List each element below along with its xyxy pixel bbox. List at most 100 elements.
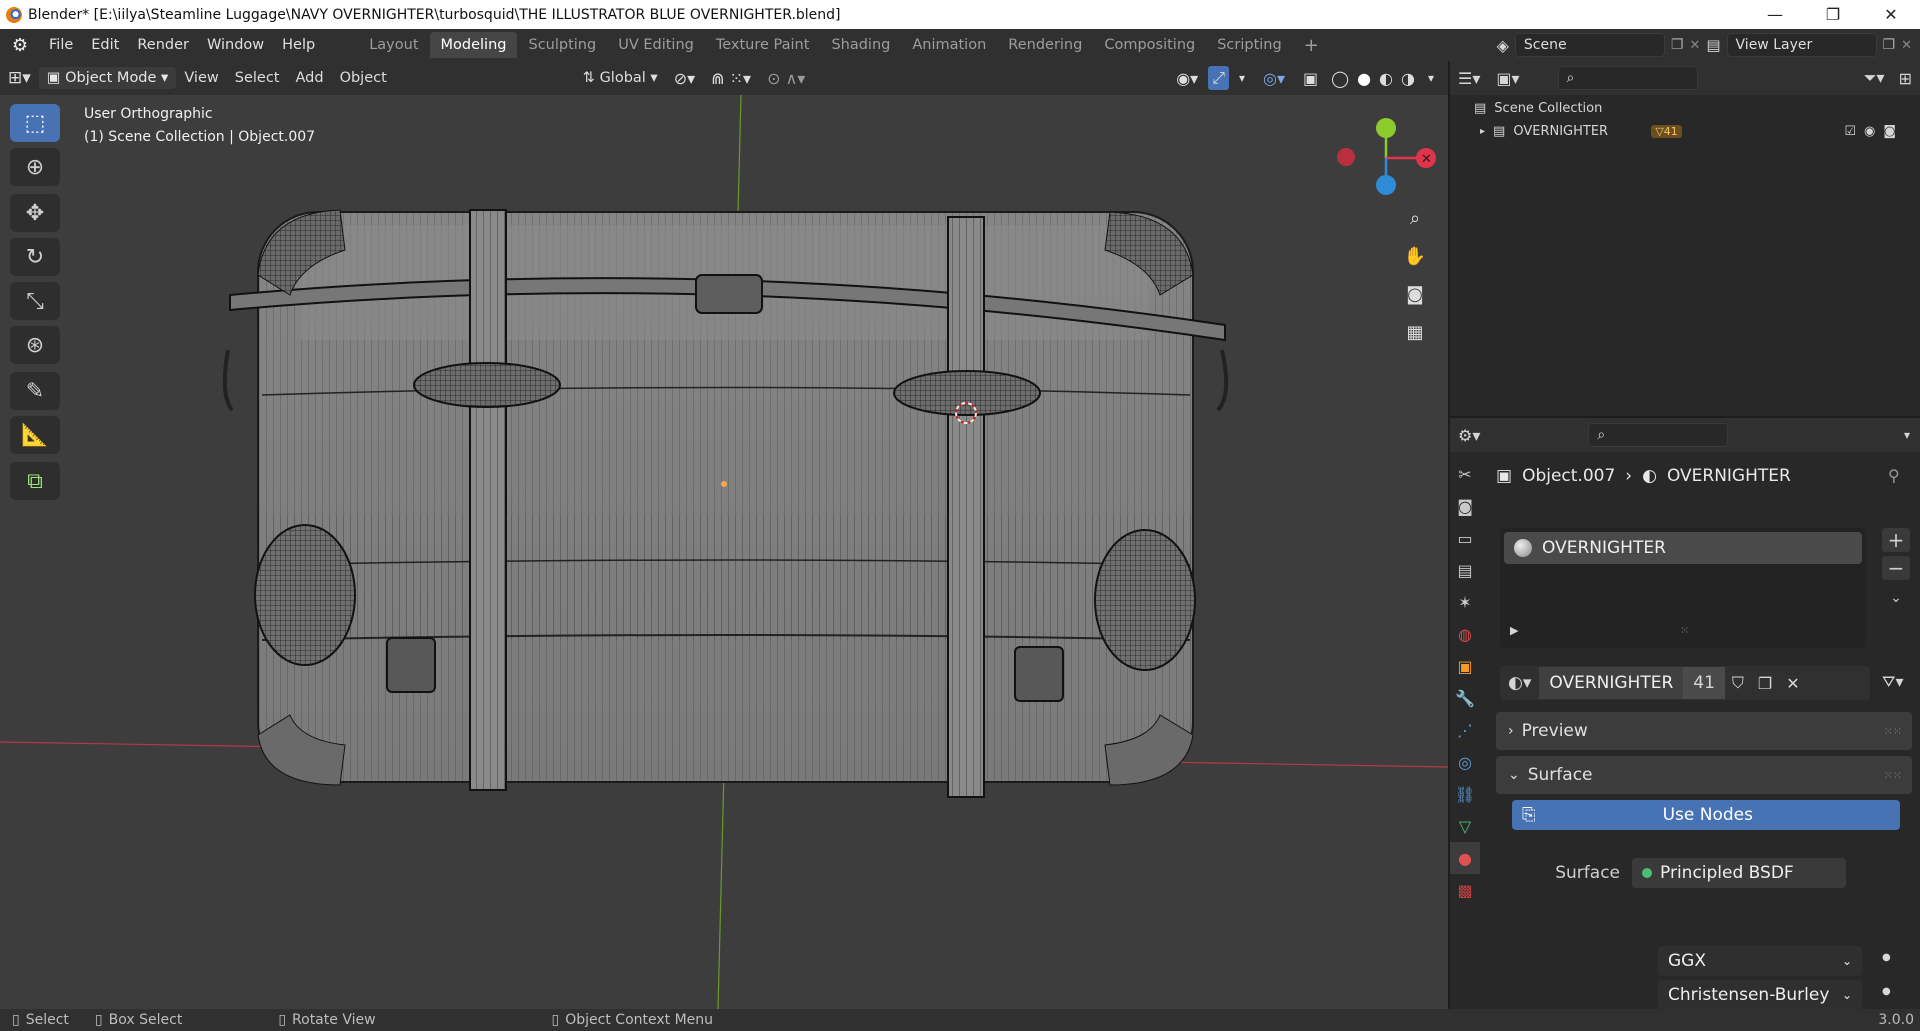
3d-viewport[interactable]: ✕ User Orthographic (1) Scene Collection… bbox=[0, 95, 1448, 1009]
solid-shading-icon[interactable]: ● bbox=[1354, 69, 1374, 88]
material-slot-item[interactable]: OVERNIGHTER bbox=[1504, 532, 1862, 564]
minimize-button[interactable]: — bbox=[1746, 5, 1804, 24]
eye-icon[interactable]: ◉ bbox=[1864, 124, 1875, 139]
tab-rendering[interactable]: Rendering bbox=[997, 32, 1093, 58]
tab-sculpting[interactable]: Sculpting bbox=[517, 32, 607, 58]
display-mode-icon[interactable]: ▣▾ bbox=[1488, 69, 1527, 88]
material-slot-list[interactable]: OVERNIGHTER ▶ ⁙ bbox=[1500, 528, 1866, 648]
fake-user-shield-icon[interactable]: ⛉ bbox=[1725, 673, 1751, 693]
menu-help[interactable]: Help bbox=[273, 37, 324, 53]
shading-dropdown-icon[interactable]: ▾ bbox=[1420, 71, 1442, 85]
expand-arrow-icon[interactable]: ▶ bbox=[1510, 624, 1518, 637]
view-layer-selector[interactable]: View Layer bbox=[1726, 33, 1877, 57]
filter-icon[interactable]: ⏷▾ bbox=[1858, 68, 1891, 88]
distribution-dropdown[interactable]: GGX ⌄ bbox=[1658, 946, 1862, 976]
material-tab-icon[interactable]: ● bbox=[1450, 842, 1480, 874]
menu-select[interactable]: Select bbox=[227, 70, 288, 86]
data-tab-icon[interactable]: ▽ bbox=[1450, 810, 1480, 842]
rotate-tool-icon[interactable]: ↻ bbox=[10, 238, 60, 276]
menu-render[interactable]: Render bbox=[128, 37, 198, 53]
add-slot-button[interactable]: + bbox=[1882, 528, 1910, 552]
tab-uv-editing[interactable]: UV Editing bbox=[607, 32, 705, 58]
wireframe-shading-icon[interactable]: ◯ bbox=[1328, 69, 1352, 88]
scene-remove-icon[interactable]: ✕ bbox=[1689, 38, 1700, 53]
menu-file[interactable]: File bbox=[40, 37, 82, 53]
remove-slot-button[interactable]: − bbox=[1882, 556, 1910, 580]
slot-menu-icon[interactable]: ⌄ bbox=[1882, 590, 1910, 606]
user-count[interactable]: 41 bbox=[1683, 667, 1725, 699]
annotate-tool-icon[interactable]: ✎ bbox=[10, 372, 60, 410]
measure-tool-icon[interactable]: 📐 bbox=[10, 416, 60, 454]
material-shading-icon[interactable]: ◐ bbox=[1376, 69, 1396, 88]
scene-icon[interactable]: ◈ bbox=[1497, 36, 1509, 55]
menu-object[interactable]: Object bbox=[332, 70, 395, 86]
overlay-icon[interactable]: ◎▾ bbox=[1255, 69, 1293, 88]
constraints-tab-icon[interactable]: ⛓ bbox=[1450, 778, 1480, 810]
scene-tab-icon[interactable]: ✶ bbox=[1450, 586, 1480, 618]
tab-animation[interactable]: Animation bbox=[901, 32, 997, 58]
mode-dropdown[interactable]: ▣ Object Mode ▾ bbox=[38, 67, 177, 89]
tab-scripting[interactable]: Scripting bbox=[1206, 32, 1292, 58]
restore-button[interactable]: ❐ bbox=[1804, 5, 1862, 24]
ortho-grid-icon[interactable]: ▦ bbox=[1398, 315, 1432, 349]
render-tab-icon[interactable]: ◙ bbox=[1450, 490, 1480, 522]
outliner-row-overnighter[interactable]: ▸ ▤ OVERNIGHTER ▽41 ☑ ◉ ◙ bbox=[1450, 122, 1920, 141]
particles-tab-icon[interactable]: ⋰ bbox=[1450, 714, 1480, 746]
rendered-shading-icon[interactable]: ◑ bbox=[1398, 69, 1418, 88]
outliner-editor-icon[interactable]: ☰▾ bbox=[1450, 69, 1488, 88]
camera-view-icon[interactable]: ◙ bbox=[1398, 277, 1432, 311]
link-dropdown-icon[interactable]: ⛛▾ bbox=[1882, 672, 1903, 692]
modifier-tab-icon[interactable]: 🔧 bbox=[1450, 682, 1480, 714]
properties-editor-icon[interactable]: ⚙▾ bbox=[1450, 426, 1488, 445]
menu-add[interactable]: Add bbox=[287, 70, 331, 86]
outliner-search-input[interactable]: ⌕ bbox=[1557, 66, 1698, 90]
view-layer-icon[interactable]: ▤ bbox=[1706, 36, 1720, 54]
close-button[interactable]: ✕ bbox=[1862, 5, 1920, 24]
gizmo-dropdown-icon[interactable]: ▾ bbox=[1231, 71, 1253, 85]
material-browse-icon[interactable]: ◐▾ bbox=[1500, 673, 1539, 693]
keyframe-dot-icon[interactable]: ● bbox=[1882, 952, 1891, 963]
properties-search-input[interactable]: ⌕ bbox=[1588, 423, 1729, 447]
orientation-dropdown[interactable]: ⇅ Global ▾ bbox=[575, 70, 666, 86]
preview-panel-header[interactable]: › Preview ⁙⁙ bbox=[1496, 712, 1912, 750]
move-tool-icon[interactable]: ✥ bbox=[10, 194, 60, 232]
surface-shader-field[interactable]: Principled BSDF bbox=[1632, 858, 1846, 888]
surface-panel-header[interactable]: ⌄ Surface ⁙⁙ bbox=[1496, 756, 1912, 794]
cursor-tool-icon[interactable]: ⊕ bbox=[10, 148, 60, 186]
world-tab-icon[interactable]: ◍ bbox=[1450, 618, 1480, 650]
camera-icon[interactable]: ◙ bbox=[1883, 124, 1896, 139]
new-collection-icon[interactable]: ⊞ bbox=[1891, 69, 1920, 88]
resize-handle-icon[interactable]: ⁙ bbox=[1680, 624, 1689, 637]
tool-tab-icon[interactable]: ✂ bbox=[1450, 458, 1480, 490]
tab-modeling[interactable]: Modeling bbox=[429, 32, 518, 58]
tab-layout[interactable]: Layout bbox=[358, 32, 429, 58]
xray-icon[interactable]: ▣ bbox=[1295, 69, 1326, 88]
object-tab-icon[interactable]: ▣ bbox=[1450, 650, 1480, 682]
menu-edit[interactable]: Edit bbox=[82, 37, 128, 53]
scene-copy-icon[interactable]: ❐ bbox=[1671, 37, 1684, 53]
menu-window[interactable]: Window bbox=[198, 37, 273, 53]
texture-tab-icon[interactable]: ▩ bbox=[1450, 874, 1480, 906]
view-layer-remove-icon[interactable]: ✕ bbox=[1901, 38, 1912, 53]
material-name-field[interactable]: OVERNIGHTER bbox=[1539, 667, 1684, 699]
gizmo-toggle-icon[interactable]: ⤢ bbox=[1208, 66, 1229, 90]
editor-type-icon[interactable]: ⊞▾ bbox=[0, 68, 39, 88]
unlink-material-icon[interactable]: ✕ bbox=[1779, 674, 1806, 693]
drag-handle-icon[interactable]: ⁙⁙ bbox=[1884, 769, 1912, 782]
view-layer-tab-icon[interactable]: ▤ bbox=[1450, 554, 1480, 586]
transform-tool-icon[interactable]: ⊛ bbox=[10, 326, 60, 364]
navigation-gizmo[interactable]: ✕ bbox=[1337, 118, 1436, 195]
add-cube-tool-icon[interactable]: ⧉ bbox=[10, 462, 60, 500]
zoom-icon[interactable]: ⌕ bbox=[1398, 201, 1432, 235]
select-box-tool-icon[interactable]: ⬚ bbox=[10, 104, 60, 142]
tab-compositing[interactable]: Compositing bbox=[1093, 32, 1206, 58]
visibility-icon[interactable]: ◉▾ bbox=[1168, 69, 1206, 88]
output-tab-icon[interactable]: ▭ bbox=[1450, 522, 1480, 554]
outliner-row-scene-collection[interactable]: ▤ Scene Collection bbox=[1450, 95, 1920, 122]
properties-options-icon[interactable]: ▾ bbox=[1894, 428, 1920, 442]
blender-menu-icon[interactable]: ⚙ bbox=[0, 35, 40, 56]
include-checkbox-icon[interactable]: ☑ bbox=[1844, 124, 1856, 139]
view-layer-copy-icon[interactable]: ❐ bbox=[1883, 37, 1896, 53]
tab-shading[interactable]: Shading bbox=[820, 32, 901, 58]
snap-icon[interactable]: ⋒ ⁙▾ bbox=[703, 69, 759, 88]
